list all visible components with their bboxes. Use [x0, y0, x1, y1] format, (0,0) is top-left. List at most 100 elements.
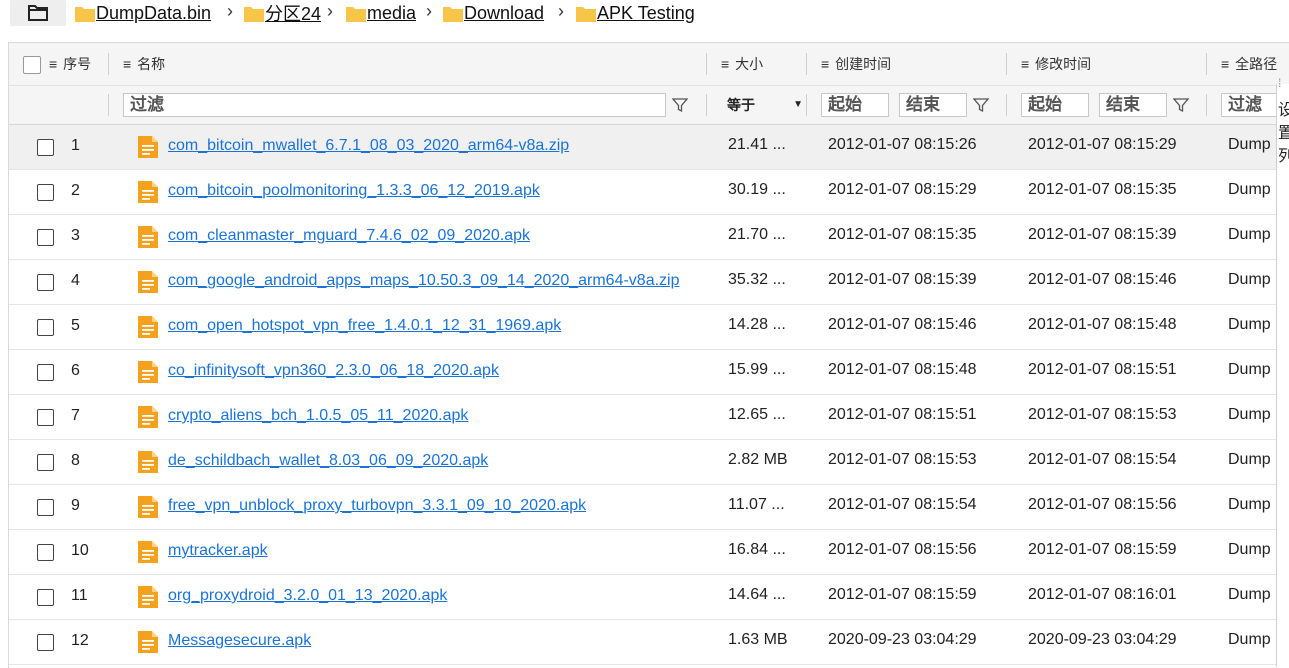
breadcrumb-item[interactable]: media: [346, 2, 416, 24]
breadcrumb-item[interactable]: Download: [443, 2, 544, 24]
table-row[interactable]: 7 crypto_aliens_bch_1.0.5_05_11_2020.apk 1…: [9, 395, 1289, 440]
file-size: 30.19 ...: [728, 181, 786, 198]
path-filter-input[interactable]: 过滤: [1221, 93, 1277, 117]
full-path: Dump: [1228, 181, 1271, 198]
row-checkbox[interactable]: [37, 184, 54, 201]
select-all-checkbox[interactable]: [23, 56, 41, 74]
modified-time: 2012-01-07 08:15:59: [1028, 541, 1177, 558]
created-start-input[interactable]: 起始: [821, 93, 889, 117]
column-header-name[interactable]: ≡ 名称: [123, 43, 165, 85]
file-name-link[interactable]: de_schildbach_wallet_8.03_06_09_2020.apk: [168, 452, 488, 470]
row-checkbox[interactable]: [37, 229, 54, 246]
menu-icon: ≡: [49, 56, 58, 72]
full-path: Dump: [1228, 226, 1271, 243]
row-checkbox[interactable]: [37, 544, 54, 561]
created-time: 2012-01-07 08:15:54: [828, 496, 977, 513]
file-icon: [138, 586, 158, 613]
file-name-link[interactable]: mytracker.apk: [168, 542, 268, 560]
modified-end-input[interactable]: 结束: [1099, 93, 1167, 117]
created-time: 2012-01-07 08:15:56: [828, 541, 977, 558]
column-header-created[interactable]: ≡ 创建时间: [821, 43, 891, 85]
row-index: 2: [71, 182, 80, 199]
file-icon: [138, 541, 158, 568]
row-checkbox[interactable]: [37, 409, 54, 426]
row-checkbox[interactable]: [37, 274, 54, 291]
table-row[interactable]: 4 com_google_android_apps_maps_10.50.3_09…: [9, 260, 1289, 305]
file-name-link[interactable]: Messagesecure.apk: [168, 632, 311, 650]
table-row[interactable]: 9 free_vpn_unblock_proxy_turbovpn_3.3.1_0…: [9, 485, 1289, 530]
row-checkbox[interactable]: [37, 139, 54, 156]
table-row[interactable]: 3 com_cleanmaster_mguard_7.4.6_02_09_2020…: [9, 215, 1289, 260]
folder-icon: [244, 5, 264, 22]
created-time: 2012-01-07 08:15:46: [828, 316, 977, 333]
menu-icon: ≡: [1221, 56, 1230, 72]
name-filter-input[interactable]: 过滤: [123, 93, 666, 117]
modified-time: 2012-01-07 08:15:53: [1028, 406, 1177, 423]
folder-icon: [346, 5, 366, 22]
file-icon: [138, 271, 158, 298]
row-checkbox[interactable]: [37, 454, 54, 471]
folder-icon: [443, 5, 463, 22]
modified-time: 2012-01-07 08:15:29: [1028, 136, 1177, 153]
table-row[interactable]: 5 com_open_hotspot_vpn_free_1.4.0.1_12_31…: [9, 305, 1289, 350]
file-size: 35.32 ...: [728, 271, 786, 288]
modified-start-input[interactable]: 起始: [1021, 93, 1089, 117]
column-header-size[interactable]: ≡ 大小: [721, 43, 763, 85]
file-name-link[interactable]: com_google_android_apps_maps_10.50.3_09_…: [168, 272, 680, 290]
created-time: 2012-01-07 08:15:29: [828, 181, 977, 198]
breadcrumb-item[interactable]: APK Testing: [576, 2, 695, 24]
file-name-link[interactable]: com_bitcoin_poolmonitoring_1.3.3_06_12_2…: [168, 182, 540, 200]
file-size: 12.65 ...: [728, 406, 786, 423]
table-row[interactable]: 1 com_bitcoin_mwallet_6.7.1_08_03_2020_ar…: [9, 125, 1289, 170]
breadcrumb-item[interactable]: 分区24: [244, 2, 321, 24]
row-checkbox[interactable]: [37, 319, 54, 336]
row-checkbox[interactable]: [37, 589, 54, 606]
table-row[interactable]: 2 com_bitcoin_poolmonitoring_1.3.3_06_12_…: [9, 170, 1289, 215]
table-row[interactable]: 6 co_infinitysoft_vpn360_2.3.0_06_18_2020…: [9, 350, 1289, 395]
created-time: 2012-01-07 08:15:59: [828, 586, 977, 603]
menu-icon: ≡: [1021, 56, 1030, 72]
row-checkbox[interactable]: [37, 499, 54, 516]
breadcrumb-item[interactable]: DumpData.bin: [75, 2, 211, 24]
file-size: 11.07 ...: [728, 496, 785, 513]
row-index: 10: [71, 542, 89, 559]
row-index: 9: [71, 497, 80, 514]
file-name-link[interactable]: co_infinitysoft_vpn360_2.3.0_06_18_2020.…: [168, 362, 499, 380]
file-name-link[interactable]: org_proxydroid_3.2.0_01_13_2020.apk: [168, 587, 447, 605]
table-row[interactable]: 11 org_proxydroid_3.2.0_01_13_2020.apk 14.…: [9, 575, 1289, 620]
file-icon: [138, 136, 158, 163]
row-checkbox[interactable]: [37, 364, 54, 381]
modified-time: 2012-01-07 08:15:39: [1028, 226, 1177, 243]
created-end-input[interactable]: 结束: [899, 93, 967, 117]
table-row[interactable]: 10 mytracker.apk 16.84 ... 2012-01-07 08:15…: [9, 530, 1289, 575]
table-row[interactable]: 8 de_schildbach_wallet_8.03_06_09_2020.ap…: [9, 440, 1289, 485]
created-time: 2012-01-07 08:15:51: [828, 406, 977, 423]
full-path: Dump: [1228, 361, 1271, 378]
file-name-link[interactable]: com_open_hotspot_vpn_free_1.4.0.1_12_31_…: [168, 317, 561, 335]
column-header-path[interactable]: ≡ 全路径: [1221, 43, 1283, 85]
filter-icon[interactable]: [672, 97, 688, 113]
file-name-link[interactable]: crypto_aliens_bch_1.0.5_05_11_2020.apk: [168, 407, 468, 425]
settings-char: 置: [1278, 125, 1289, 142]
file-icon: [138, 316, 158, 343]
file-icon: [138, 226, 158, 253]
table-row[interactable]: 12 Messagesecure.apk 1.63 MB 2020-09-23 03:…: [9, 620, 1289, 665]
folder-icon: [576, 5, 596, 22]
filter-icon[interactable]: [1173, 97, 1189, 113]
column-header-modified[interactable]: ≡ 修改时间: [1021, 43, 1091, 85]
column-settings-panel[interactable]: [1276, 84, 1289, 667]
row-index: 8: [71, 452, 80, 469]
folder-toggle-button[interactable]: [10, 0, 66, 26]
file-name-link[interactable]: com_cleanmaster_mguard_7.4.6_02_09_2020.…: [168, 227, 530, 245]
column-header-index[interactable]: ≡ 序号: [49, 43, 91, 85]
modified-time: 2012-01-07 08:16:01: [1028, 586, 1177, 603]
file-icon: [138, 496, 158, 523]
created-time: 2012-01-07 08:15:48: [828, 361, 977, 378]
filter-icon[interactable]: [973, 97, 989, 113]
row-index: 7: [71, 407, 80, 424]
file-name-link[interactable]: com_bitcoin_mwallet_6.7.1_08_03_2020_arm…: [168, 137, 569, 155]
file-name-link[interactable]: free_vpn_unblock_proxy_turbovpn_3.3.1_09…: [168, 497, 586, 515]
panel-handle-icon[interactable]: ⁞: [1278, 76, 1281, 90]
size-operator-select[interactable]: 等于 ▼: [727, 93, 807, 117]
row-checkbox[interactable]: [37, 634, 54, 651]
